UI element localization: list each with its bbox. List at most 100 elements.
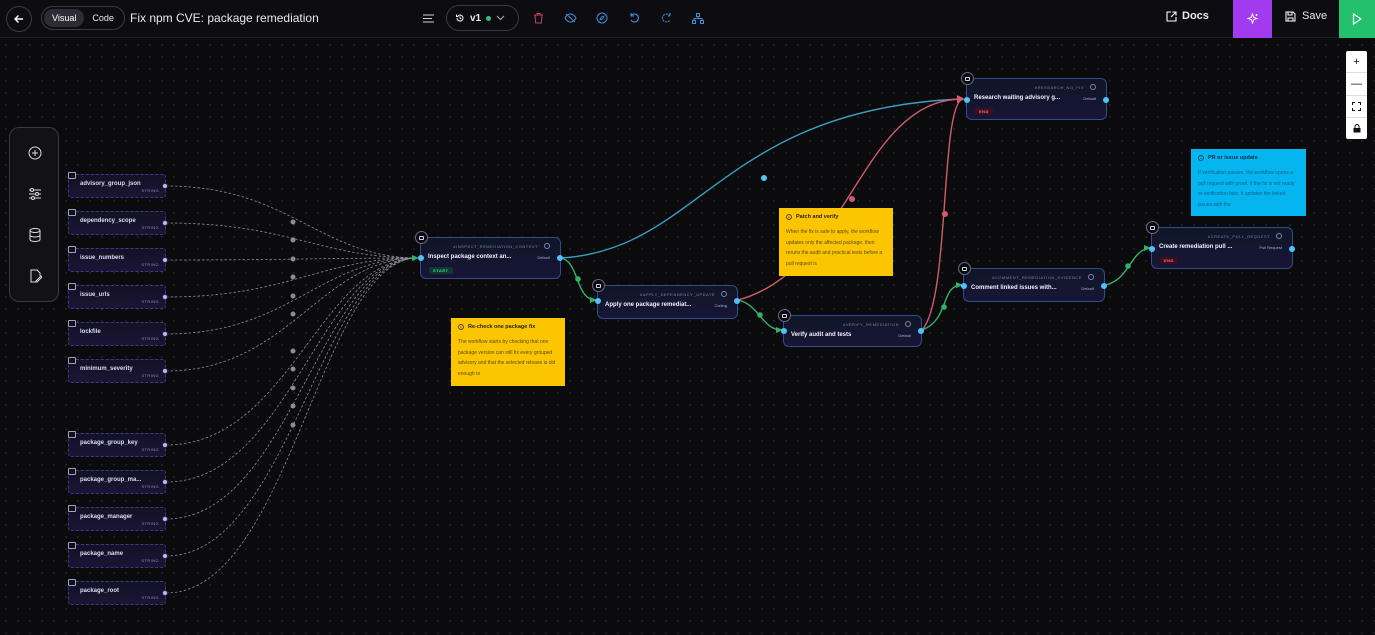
- add-node-button[interactable]: [24, 142, 46, 164]
- output-handle[interactable]: [162, 368, 168, 374]
- node-comment-remediation-evidence[interactable]: #COMMENT_REMEDIATION_EVIDENCE Comment li…: [958, 262, 1107, 302]
- node-id: #VERIFY_REMEDIATION: [843, 322, 899, 327]
- lock-icon: [1353, 123, 1360, 133]
- redo-button[interactable]: [659, 11, 673, 25]
- run-button[interactable]: [1339, 0, 1375, 38]
- input-node[interactable]: package_group_ma... STRING: [68, 468, 168, 494]
- node-name: Research waiting advisory g...: [974, 95, 1061, 101]
- ai-assist-button[interactable]: [1233, 0, 1272, 38]
- input-node[interactable]: package_group_key STRING: [68, 431, 168, 457]
- input-handle[interactable]: [418, 255, 424, 261]
- input-handle[interactable]: [964, 97, 970, 103]
- output-handle[interactable]: [162, 183, 168, 189]
- input-node[interactable]: package_name STRING: [68, 542, 168, 568]
- edit-file-button[interactable]: [24, 265, 46, 287]
- input-handle[interactable]: [1149, 246, 1155, 252]
- node-settings-icon[interactable]: [1088, 274, 1094, 280]
- output-handle[interactable]: [162, 294, 168, 300]
- note-body: The workflow starts by checking that one…: [458, 339, 556, 377]
- sticky-note-pr-issue[interactable]: PR or issue update If verification passe…: [1191, 149, 1306, 216]
- output-handle[interactable]: [1289, 246, 1295, 252]
- output-handle[interactable]: [162, 220, 168, 226]
- node-settings-icon[interactable]: [544, 243, 550, 249]
- node-settings-icon[interactable]: [905, 321, 911, 327]
- input-type: STRING: [141, 299, 159, 304]
- delete-button[interactable]: [531, 11, 545, 25]
- output-handle[interactable]: [162, 479, 168, 485]
- version-selector[interactable]: v1: [446, 5, 519, 31]
- input-node[interactable]: minimum_severity STRING: [68, 357, 168, 383]
- output-handle[interactable]: [162, 257, 168, 263]
- node-verify-remediation[interactable]: #VERIFY_REMEDIATION Verify audit and tes…: [778, 309, 924, 347]
- node-icon: [778, 309, 791, 322]
- zoom-controls: + —: [1346, 51, 1367, 139]
- note-title: Patch and verify: [796, 214, 839, 220]
- hide-button[interactable]: [563, 11, 577, 25]
- version-status-dot: [486, 15, 492, 21]
- input-node[interactable]: issue_urls STRING: [68, 283, 168, 309]
- output-handle[interactable]: [918, 328, 924, 334]
- node-research-no-fix[interactable]: #RESEARCH_NO_FIX Research waiting adviso…: [961, 72, 1109, 120]
- docs-label: Docs: [1182, 10, 1209, 22]
- output-handle[interactable]: [162, 442, 168, 448]
- node-create-pull-request[interactable]: #CREATE_PULL_REQUEST Create remediation …: [1146, 221, 1295, 269]
- input-variable-icon: [68, 320, 76, 327]
- sticky-note-recheck[interactable]: Re-check one package fix The workflow st…: [451, 318, 565, 386]
- note-title: PR or issue update: [1208, 155, 1258, 161]
- input-node[interactable]: dependency_scope STRING: [68, 209, 168, 235]
- undo-button[interactable]: [627, 11, 641, 25]
- data-button[interactable]: [24, 224, 46, 246]
- arrow-left-icon: [14, 15, 23, 23]
- node-settings-icon[interactable]: [721, 291, 727, 297]
- explore-button[interactable]: [595, 11, 609, 25]
- node-apply-dependency-update[interactable]: #APPLY_DEPENDENCY_UPDATE Apply one packa…: [592, 279, 740, 319]
- input-node[interactable]: advisory_group_json STRING: [68, 172, 168, 198]
- input-node[interactable]: package_root STRING: [68, 579, 168, 605]
- input-node[interactable]: package_manager STRING: [68, 505, 168, 531]
- outline-button[interactable]: [421, 11, 435, 25]
- input-node[interactable]: lockfile STRING: [68, 320, 168, 346]
- file-edit-icon: [30, 269, 42, 283]
- save-button[interactable]: Save: [1285, 10, 1327, 22]
- input-handle[interactable]: [595, 298, 601, 304]
- output-handle[interactable]: [162, 331, 168, 337]
- node-model: Coding: [714, 303, 727, 308]
- fit-view-button[interactable]: [1346, 96, 1367, 118]
- trash-icon: [533, 13, 543, 24]
- input-handle[interactable]: [781, 328, 787, 334]
- workflow-canvas[interactable]: [0, 39, 1375, 635]
- input-node[interactable]: issue_numbers STRING: [68, 246, 168, 272]
- sticky-note-patch[interactable]: Patch and verify When the fix is safe to…: [779, 208, 893, 276]
- note-title: Re-check one package fix: [468, 324, 536, 330]
- input-name: package_manager: [80, 514, 133, 520]
- node-icon: [961, 72, 974, 85]
- docs-link[interactable]: Docs: [1166, 10, 1209, 22]
- view-mode-code[interactable]: Code: [84, 9, 122, 27]
- view-mode-visual[interactable]: Visual: [44, 9, 85, 27]
- output-handle[interactable]: [557, 255, 563, 261]
- auto-layout-button[interactable]: [691, 11, 705, 25]
- settings-button[interactable]: [24, 183, 46, 205]
- zoom-out-button[interactable]: —: [1346, 73, 1367, 96]
- node-settings-icon[interactable]: [1276, 233, 1282, 239]
- zoom-in-button[interactable]: +: [1346, 51, 1367, 74]
- node-inspect-remediation-context[interactable]: #INSPECT_REMEDIATION_CONTEXT Inspect pac…: [415, 231, 563, 279]
- output-handle[interactable]: [162, 590, 168, 596]
- input-variable-icon: [68, 209, 76, 216]
- save-label: Save: [1302, 10, 1328, 22]
- output-handle[interactable]: [1103, 97, 1109, 103]
- node-model: Default: [537, 255, 550, 260]
- output-handle[interactable]: [162, 516, 168, 522]
- input-variable-icon: [68, 505, 76, 512]
- node-settings-icon[interactable]: [1090, 84, 1096, 90]
- input-name: issue_urls: [80, 292, 110, 298]
- eye-off-icon: [563, 13, 577, 23]
- lock-button[interactable]: [1346, 118, 1367, 139]
- top-toolbar: Visual Code Fix npm CVE: package remedia…: [0, 0, 1375, 38]
- workflow-title[interactable]: Fix npm CVE: package remediation: [130, 11, 319, 25]
- output-handle[interactable]: [162, 553, 168, 559]
- input-handle[interactable]: [961, 283, 967, 289]
- output-handle[interactable]: [734, 298, 740, 304]
- output-handle[interactable]: [1101, 283, 1107, 289]
- back-button[interactable]: [6, 6, 32, 32]
